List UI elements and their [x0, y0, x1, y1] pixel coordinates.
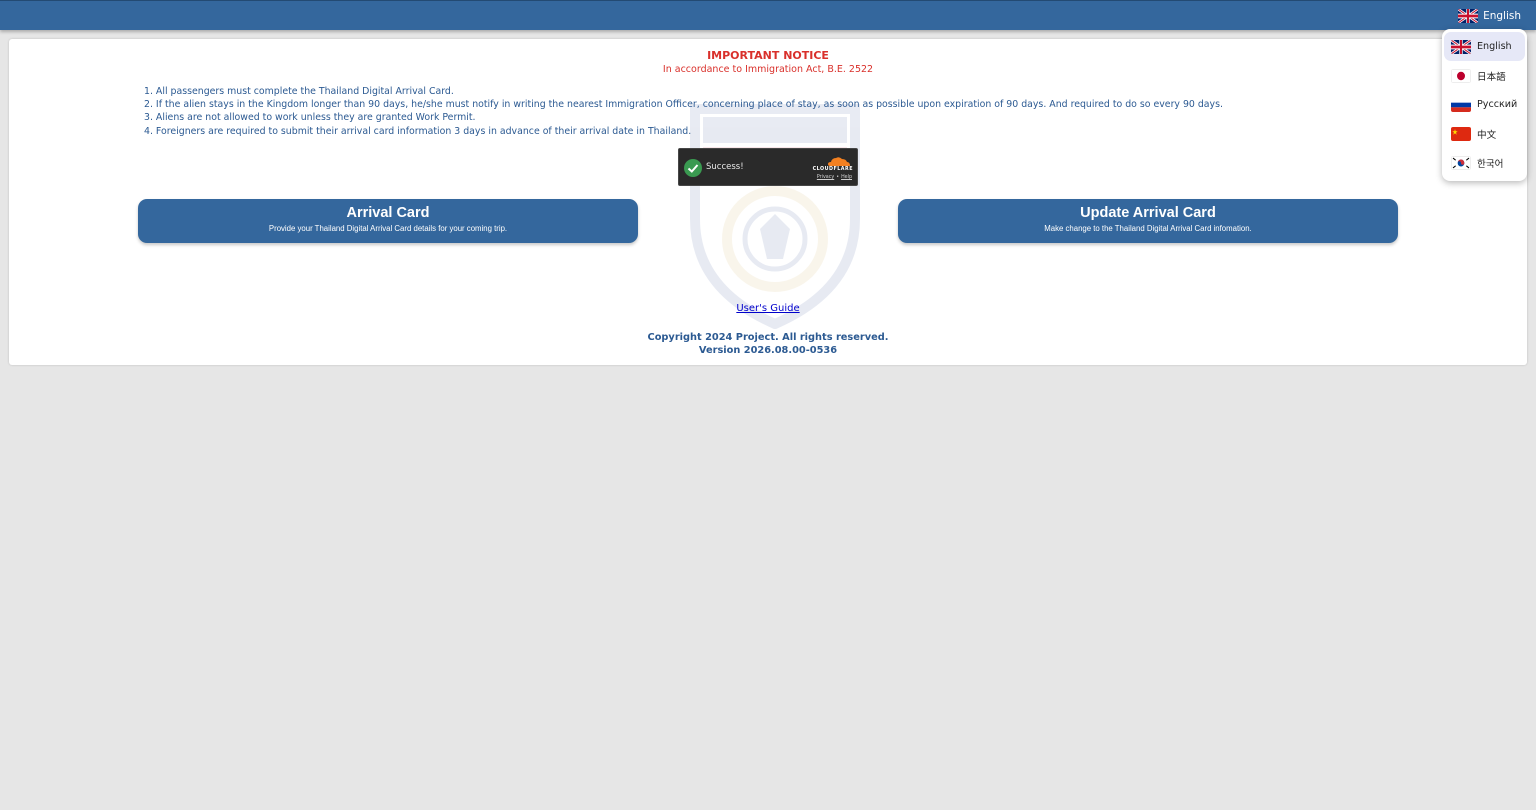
main-card: IMPORTANT NOTICE In accordance to Immigr… [9, 39, 1527, 365]
arrival-card-title: Arrival Card [346, 205, 430, 221]
language-option-label: 中文 [1477, 129, 1497, 141]
captcha-privacy-link[interactable]: Privacy [817, 175, 834, 180]
language-option-chinese[interactable]: 中文 [1442, 119, 1527, 148]
language-option-label: English [1477, 41, 1512, 52]
update-arrival-card-description: Make change to the Thailand Digital Arri… [1044, 224, 1252, 233]
china-flag-icon [1451, 126, 1471, 141]
notice-rule: 2. If the alien stays in the Kingdom lon… [144, 99, 1223, 111]
cloudflare-captcha-widget[interactable]: Success! CLOUDFLARE Privacy • Help [678, 148, 858, 186]
notice-rule: 1. All passengers must complete the Thai… [144, 86, 454, 97]
language-option-korean[interactable]: 한국어 [1442, 148, 1527, 177]
update-arrival-card-title: Update Arrival Card [1080, 205, 1216, 221]
language-option-japanese[interactable]: 日本語 [1442, 61, 1527, 90]
top-navbar: English [0, 0, 1536, 30]
users-guide-container: User's Guide [9, 303, 1527, 314]
language-dropdown-menu: English 日本語 Русский 中文 한국어 [1442, 29, 1527, 181]
success-check-icon [684, 159, 702, 177]
arrival-card-button[interactable]: Arrival Card Provide your Thailand Digit… [138, 199, 638, 243]
current-language-label: English [1483, 10, 1521, 22]
notice-rule: 4. Foreigners are required to submit the… [144, 125, 692, 137]
language-option-label: 한국어 [1477, 158, 1504, 170]
language-option-label: 日本語 [1477, 71, 1506, 83]
cloudflare-logo: CLOUDFLARE [812, 167, 853, 172]
notice-title: IMPORTANT NOTICE [707, 49, 829, 62]
notice-subtitle: In accordance to Immigration Act, B.E. 2… [662, 64, 874, 75]
arrival-card-description: Provide your Thailand Digital Arrival Ca… [268, 224, 508, 233]
language-option-english[interactable]: English [1444, 32, 1525, 61]
notice-rules-list: 1. All passengers must complete the Thai… [144, 85, 1223, 138]
japan-flag-icon [1451, 68, 1471, 83]
footer-copyright: Copyright 2024 Project. All rights reser… [9, 331, 1527, 357]
users-guide-link[interactable]: User's Guide [736, 303, 799, 314]
uk-flag-icon [1451, 39, 1471, 54]
language-option-russian[interactable]: Русский [1442, 90, 1527, 119]
captcha-links: Privacy • Help [817, 175, 852, 180]
language-selector[interactable]: English [1458, 7, 1521, 25]
captcha-link-separator: • [836, 175, 840, 180]
update-arrival-card-button[interactable]: Update Arrival Card Make change to the T… [898, 199, 1398, 243]
captcha-help-link[interactable]: Help [841, 175, 852, 180]
version-text: Version 2026.08.00-0536 [698, 345, 838, 357]
language-option-label: Русский [1477, 99, 1518, 110]
uk-flag-icon [1458, 9, 1479, 23]
cloudflare-cloud-icon [828, 157, 850, 166]
notice-rule: 3. Aliens are not allowed to work unless… [144, 112, 476, 124]
copyright-text: Copyright 2024 Project. All rights reser… [647, 332, 889, 343]
russia-flag-icon [1451, 97, 1471, 112]
korea-flag-icon [1451, 155, 1471, 170]
captcha-status: Success! [706, 162, 744, 172]
